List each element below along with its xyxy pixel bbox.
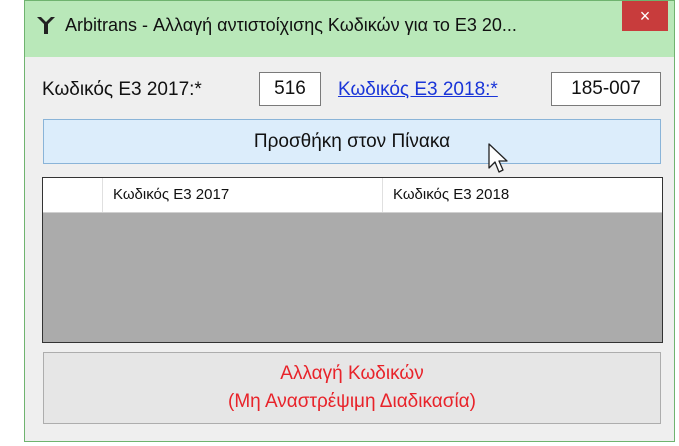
- main-window: Arbitrans - Αλλαγή αντιστοίχισης Κωδικών…: [24, 0, 675, 442]
- column-header-code-2017[interactable]: Κωδικός Ε3 2017: [103, 178, 383, 212]
- code-2017-input[interactable]: 516: [259, 72, 321, 106]
- code-2018-input[interactable]: 185-007: [551, 72, 661, 106]
- code-2017-label: Κωδικός Ε3 2017:*: [42, 79, 202, 100]
- code-2018-link[interactable]: Κωδικός Ε3 2018:*: [338, 79, 498, 101]
- table-header: Κωδικός Ε3 2017 Κωδικός Ε3 2018: [43, 178, 662, 213]
- arbitrans-logo-icon: [37, 17, 55, 34]
- change-codes-button[interactable]: Αλλαγή Κωδικών (Μη Αναστρέψιμη Διαδικασί…: [43, 352, 661, 424]
- add-to-table-button[interactable]: Προσθήκη στον Πίνακα: [43, 119, 661, 164]
- title-bar[interactable]: Arbitrans - Αλλαγή αντιστοίχισης Κωδικών…: [25, 1, 674, 57]
- column-header-code-2018[interactable]: Κωδικός Ε3 2018: [383, 178, 662, 212]
- mapping-table[interactable]: Κωδικός Ε3 2017 Κωδικός Ε3 2018: [42, 177, 663, 343]
- window-title: Arbitrans - Αλλαγή αντιστοίχισης Κωδικών…: [65, 15, 517, 35]
- irreversible-warning-label: (Μη Αναστρέψιμη Διαδικασία): [228, 391, 476, 412]
- row-header-column: [43, 178, 103, 212]
- change-codes-label: Αλλαγή Κωδικών: [280, 363, 424, 384]
- mouse-pointer-icon: [488, 143, 508, 173]
- close-button[interactable]: ×: [622, 1, 668, 31]
